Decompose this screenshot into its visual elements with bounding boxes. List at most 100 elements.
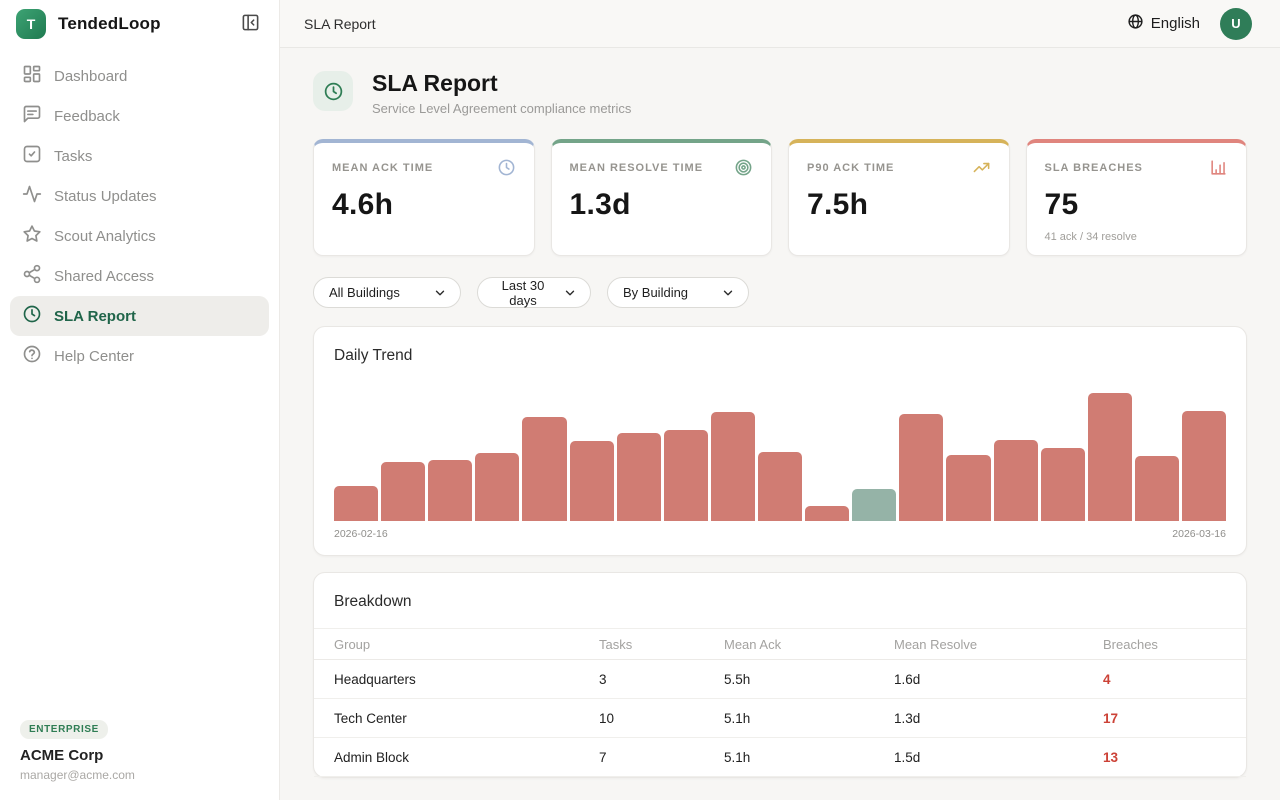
building-filter-select[interactable]: All Buildings [313, 277, 461, 309]
axis-start-date: 2026-02-16 [334, 528, 388, 541]
stat-value: 75 [1044, 188, 1079, 222]
org-name: ACME Corp [20, 747, 104, 764]
stat-value: 1.3d [569, 188, 631, 222]
sidebar-item-help-center[interactable]: Help Center [10, 336, 269, 376]
trend-bar [569, 441, 614, 522]
cell-breaches: 13 [1103, 749, 1119, 765]
main-area: SLA Report English U SLA Report Service … [280, 0, 1280, 800]
app-root: T TendedLoop Dashboard Feedback Tasks St… [0, 0, 1280, 800]
trend-bar [475, 453, 520, 522]
stat-value: 4.6h [332, 188, 394, 222]
trend-bar [428, 460, 473, 522]
sidebar-header: T TendedLoop [0, 0, 279, 48]
tasks-icon [22, 144, 42, 168]
bar-chart-icon [1209, 158, 1228, 177]
column-header-mean-resolve: Mean Resolve [894, 636, 978, 652]
cell-tasks: 3 [599, 671, 607, 687]
stat-value: 7.5h [807, 188, 869, 222]
trend-bar [805, 506, 850, 522]
chevron-down-icon [433, 286, 447, 300]
sidebar: T TendedLoop Dashboard Feedback Tasks St… [0, 0, 280, 800]
stat-card-mean-resolve-time: MEAN RESOLVE TIME 1.3d [550, 139, 772, 257]
table-row: Tech Center 10 5.1h 1.3d 17 [314, 699, 1246, 739]
group-by-filter-select[interactable]: By Building [607, 277, 749, 309]
sidebar-item-label: Shared Access [54, 267, 155, 285]
sidebar-item-label: Status Updates [54, 187, 157, 205]
stat-card-sla-breaches: SLA BREACHES 75 41 ack / 34 resolve [1025, 139, 1247, 257]
breakdown-title: Breakdown [334, 593, 412, 611]
trend-bar [710, 412, 755, 522]
cell-mean-ack: 5.1h [724, 749, 751, 765]
trend-bar [522, 417, 567, 522]
cell-mean-resolve: 1.5d [894, 749, 921, 765]
axis-end-date: 2026-03-16 [1172, 528, 1226, 541]
daily-trend-bars [334, 386, 1227, 522]
breadcrumb: SLA Report [304, 15, 376, 32]
cell-breaches: 17 [1103, 710, 1119, 726]
sidebar-item-label: Tasks [54, 147, 93, 165]
stat-label: MEAN RESOLVE TIME [569, 161, 704, 174]
trend-bar [663, 430, 708, 522]
stat-card-p90-ack-time: P90 ACK TIME 7.5h [788, 139, 1010, 257]
cell-tasks: 10 [599, 710, 615, 726]
group-by-filter-value: By Building [623, 285, 689, 301]
sidebar-item-label: Scout Analytics [54, 227, 156, 245]
user-avatar[interactable]: U [1220, 7, 1252, 40]
column-header-mean-ack: Mean Ack [724, 636, 782, 652]
help-icon [22, 344, 42, 368]
globe-icon [1127, 13, 1144, 34]
cell-group: Headquarters [334, 671, 416, 687]
cell-tasks: 7 [599, 749, 607, 765]
app-title: TendedLoop [58, 14, 161, 33]
column-header-tasks: Tasks [599, 636, 633, 652]
stat-label: P90 ACK TIME [807, 161, 895, 174]
cell-mean-resolve: 1.3d [894, 710, 921, 726]
trend-bar [852, 489, 897, 522]
stat-sublabel: 41 ack / 34 resolve [1044, 231, 1137, 244]
sidebar-item-label: Feedback [54, 107, 120, 125]
trend-bar [334, 486, 379, 522]
sidebar-item-label: SLA Report [54, 307, 136, 325]
sidebar-item-sla-report[interactable]: SLA Report [10, 296, 269, 336]
sidebar-item-dashboard[interactable]: Dashboard [10, 56, 269, 96]
table-header-row: Group Tasks Mean Ack Mean Resolve Breach… [314, 628, 1246, 661]
logo-letter: T [26, 16, 36, 32]
table-row: Admin Block 7 5.1h 1.5d 13 [314, 738, 1246, 778]
clock-icon [22, 304, 42, 328]
stat-label: MEAN ACK TIME [332, 161, 434, 174]
cell-mean-resolve: 1.6d [894, 671, 921, 687]
activity-icon [22, 184, 42, 208]
sidebar-item-status-updates[interactable]: Status Updates [10, 176, 269, 216]
page-title: SLA Report [372, 70, 498, 96]
breakdown-card: Breakdown Group Tasks Mean Ack Mean Reso… [313, 572, 1247, 779]
building-filter-value: All Buildings [329, 285, 400, 301]
share-icon [22, 264, 42, 288]
language-selector[interactable]: English [1127, 13, 1200, 34]
column-header-group: Group [334, 636, 371, 652]
sidebar-item-shared-access[interactable]: Shared Access [10, 256, 269, 296]
page-subtitle: Service Level Agreement compliance metri… [372, 101, 632, 117]
sidebar-item-tasks[interactable]: Tasks [10, 136, 269, 176]
chevron-down-icon [563, 286, 577, 300]
topbar-right: English U [1127, 7, 1252, 40]
sidebar-footer: ENTERPRISE ACME Corp manager@acme.com [20, 719, 135, 782]
sidebar-collapse-button[interactable] [237, 11, 263, 37]
sidebar-item-scout-analytics[interactable]: Scout Analytics [10, 216, 269, 256]
sidebar-nav: Dashboard Feedback Tasks Status Updates … [0, 48, 279, 384]
date-range-filter-select[interactable]: Last 30 days [477, 277, 591, 309]
date-range-filter-value: Last 30 days [501, 277, 545, 308]
clock-icon [497, 158, 516, 177]
filters-row: All Buildings Last 30 days By Building [313, 277, 1247, 309]
stat-label: SLA BREACHES [1044, 161, 1143, 174]
table-row: Headquarters 3 5.5h 1.6d 4 [314, 660, 1246, 700]
trend-bar [993, 440, 1038, 522]
page-header: SLA Report Service Level Agreement compl… [313, 70, 1247, 117]
trend-bar [616, 433, 661, 522]
page-clock-icon [313, 71, 353, 111]
trend-bar [1181, 411, 1227, 522]
sidebar-item-feedback[interactable]: Feedback [10, 96, 269, 136]
trending-up-icon [972, 158, 991, 177]
plan-badge: ENTERPRISE [20, 720, 108, 739]
trend-bar [1087, 393, 1132, 522]
cell-mean-ack: 5.1h [724, 710, 751, 726]
